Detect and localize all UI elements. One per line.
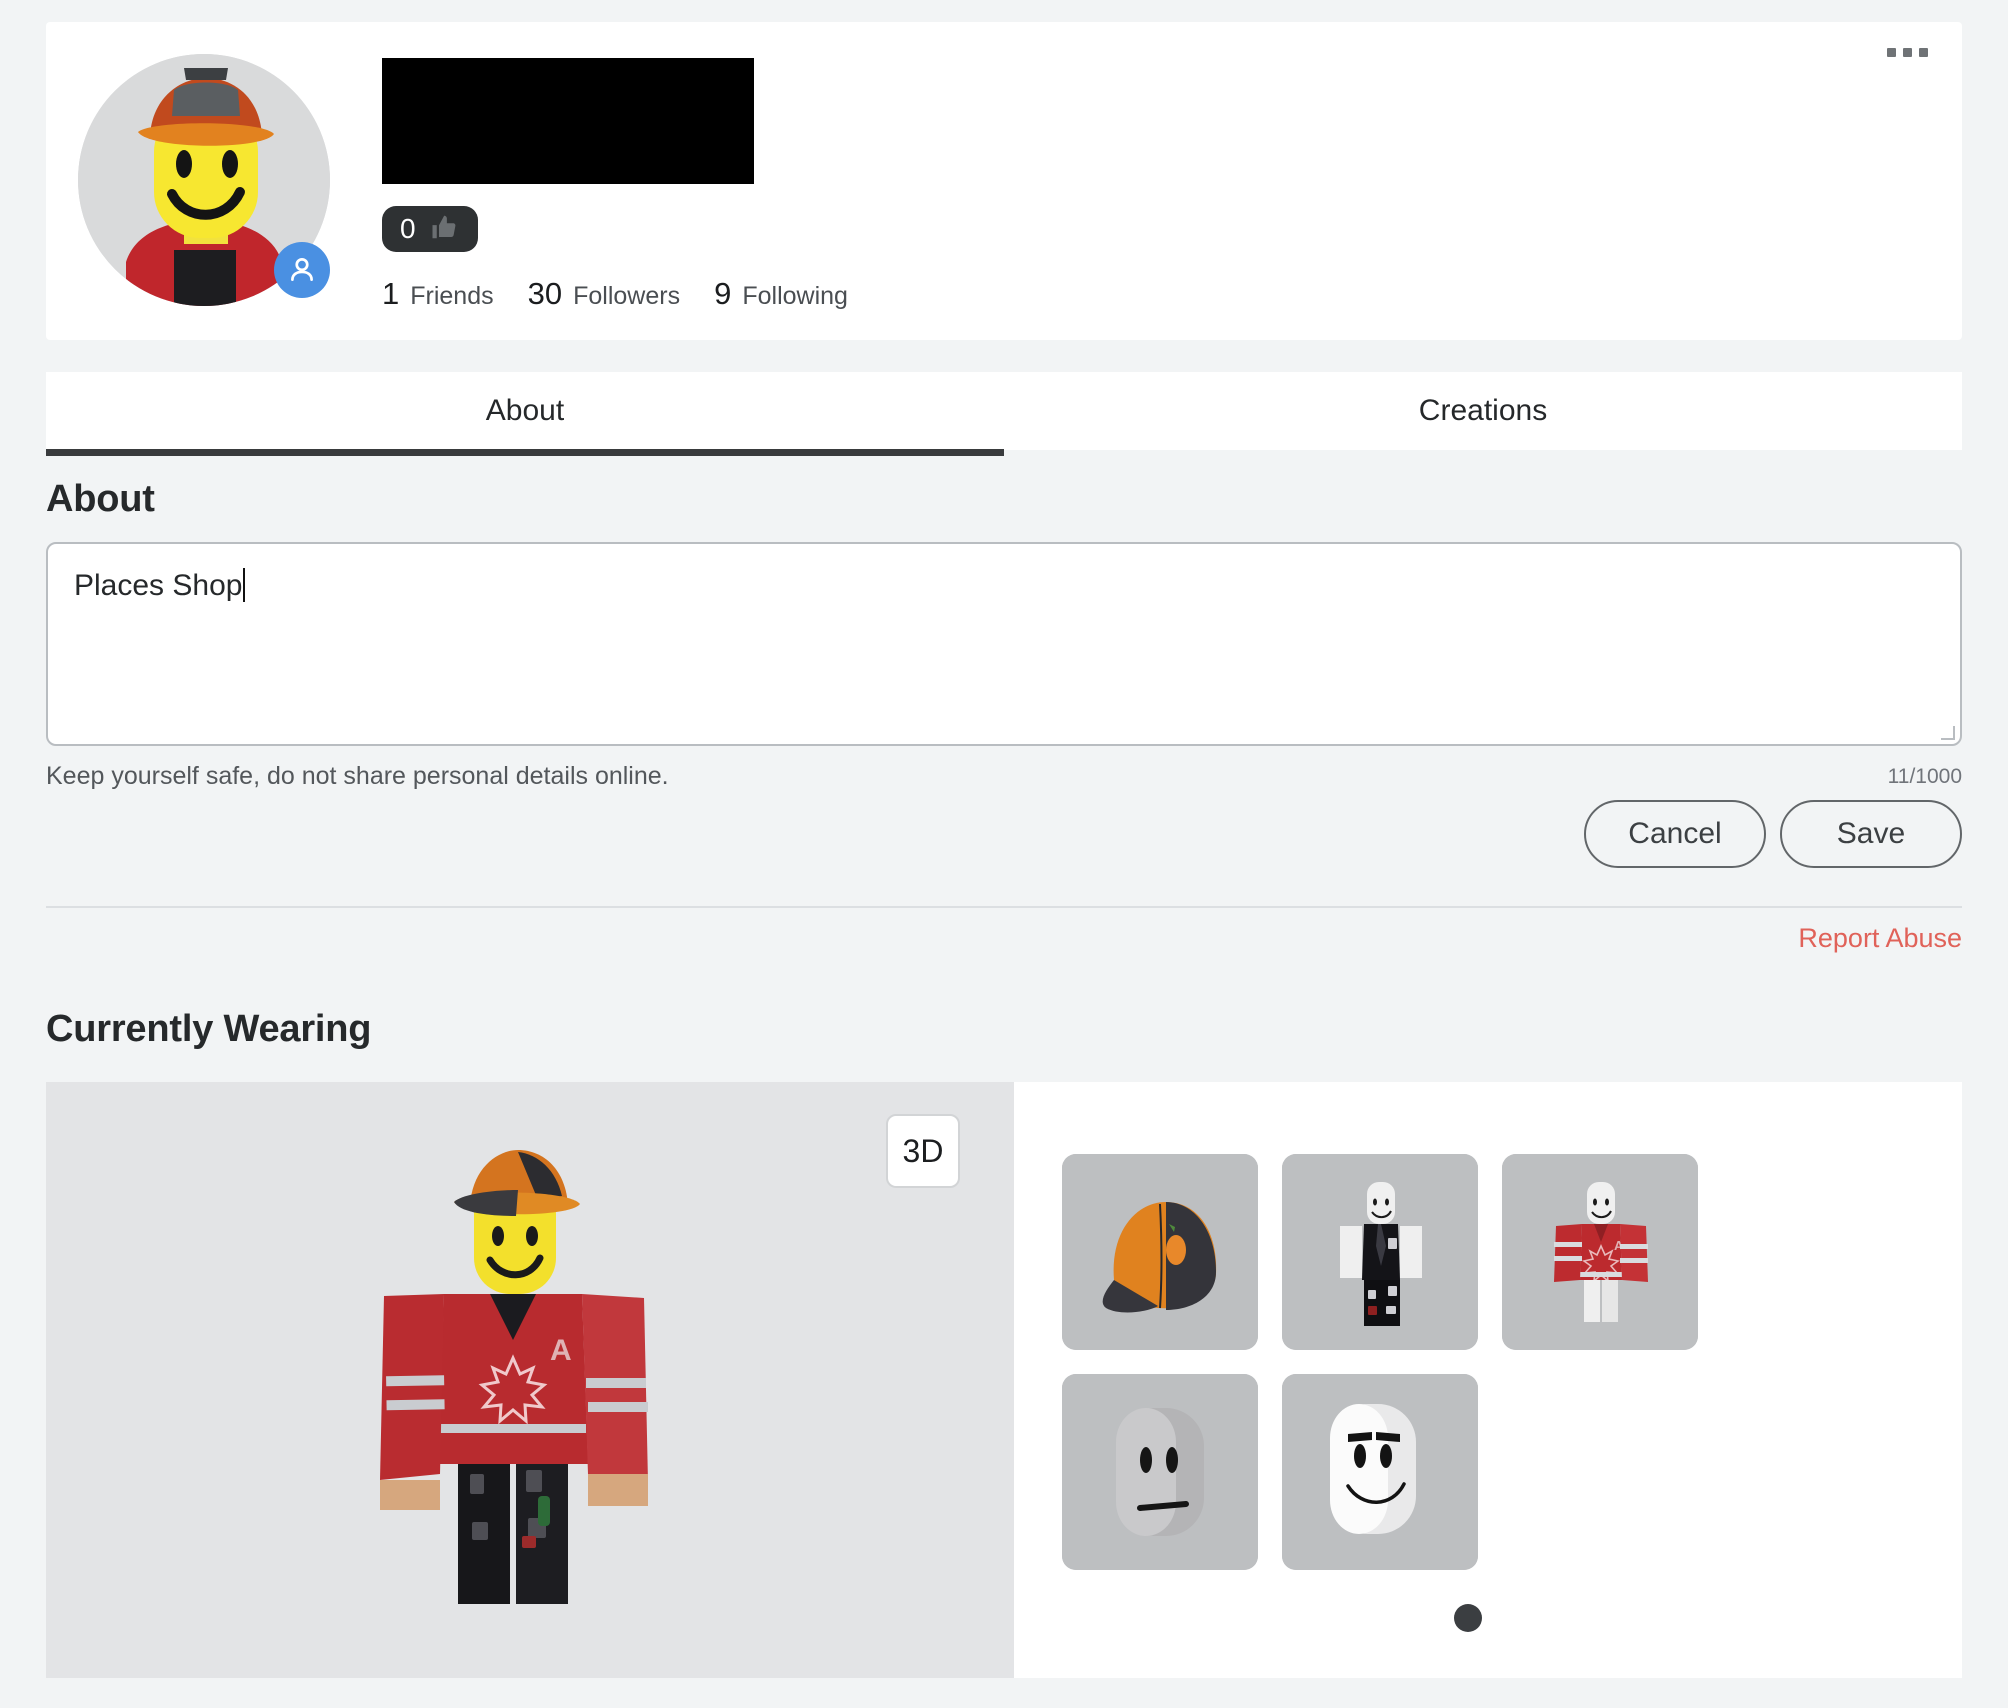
display-name-redacted <box>382 58 754 184</box>
currently-wearing-heading: Currently Wearing <box>46 1008 372 1050</box>
carousel-pagination <box>1014 1604 1962 1632</box>
profile-identity: 0 1 Friends 30 Followers 9 Following <box>382 58 848 312</box>
profile-stats: 1 Friends 30 Followers 9 Following <box>382 276 848 312</box>
three-dots-icon[interactable] <box>1887 48 1928 57</box>
profile-tabs: About Creations <box>46 372 1962 456</box>
svg-text:A: A <box>550 1334 572 1367</box>
report-abuse-link[interactable]: Report Abuse <box>1798 923 1962 954</box>
tab-creations-label: Creations <box>1418 394 1548 427</box>
tab-about-label: About <box>485 394 565 427</box>
about-section-heading: About <box>46 478 155 520</box>
dot <box>1903 48 1912 57</box>
safety-note: Keep yourself safe, do not share persona… <box>46 762 669 790</box>
stat-following[interactable]: 9 Following <box>714 276 848 312</box>
thumbs-up-icon <box>430 212 460 247</box>
stat-friends[interactable]: 1 Friends <box>382 276 494 312</box>
save-button[interactable]: Save <box>1780 800 1962 868</box>
worn-item-gray-head[interactable] <box>1062 1374 1258 1570</box>
like-count: 0 <box>400 213 416 244</box>
stat-followers-value: 30 <box>527 276 563 311</box>
stat-following-value: 9 <box>714 276 732 311</box>
tab-creations[interactable]: Creations <box>1004 372 1962 450</box>
worn-item-black-outfit[interactable] <box>1282 1154 1478 1350</box>
tab-about[interactable]: About <box>46 372 1004 456</box>
cancel-button[interactable]: Cancel <box>1584 800 1766 868</box>
avatar-preview[interactable]: A 3D <box>46 1082 1014 1678</box>
section-divider <box>46 906 1962 908</box>
stat-friends-value: 1 <box>382 276 400 311</box>
avatar-full-body-image: A <box>46 1082 1014 1678</box>
about-textarea[interactable]: Places Shop <box>46 542 1962 746</box>
worn-item-white-smiling-face[interactable] <box>1282 1374 1478 1570</box>
profile-header-card: 0 1 Friends 30 Followers 9 Following <box>46 22 1962 340</box>
resize-handle-icon[interactable] <box>1941 726 1955 740</box>
dot <box>1919 48 1928 57</box>
avatar[interactable] <box>78 54 330 306</box>
text-cursor <box>243 568 246 602</box>
carousel-dot-1[interactable] <box>1454 1604 1482 1632</box>
stat-followers[interactable]: 30 Followers <box>528 276 680 312</box>
worn-item-orange-black-cap[interactable] <box>1062 1154 1258 1350</box>
stat-followers-label: Followers <box>573 282 681 310</box>
like-badge[interactable]: 0 <box>382 206 478 252</box>
stat-following-label: Following <box>742 282 848 310</box>
view-3d-toggle-button[interactable]: 3D <box>886 1114 960 1188</box>
worn-items-grid: A <box>1062 1154 1894 1570</box>
character-counter: 11/1000 <box>1887 765 1962 788</box>
worn-items-panel: A <box>1014 1082 1962 1678</box>
worn-item-red-hockey-jersey[interactable]: A <box>1502 1154 1698 1350</box>
profile-page: 0 1 Friends 30 Followers 9 Following Abo… <box>0 0 2008 1708</box>
about-form-actions: Cancel Save <box>1584 800 1962 868</box>
user-circle-icon <box>274 242 330 298</box>
about-textarea-value: Places Shop <box>74 569 243 602</box>
dot <box>1887 48 1896 57</box>
currently-wearing-panel: A 3D A <box>46 1082 1962 1678</box>
stat-friends-label: Friends <box>410 282 494 310</box>
